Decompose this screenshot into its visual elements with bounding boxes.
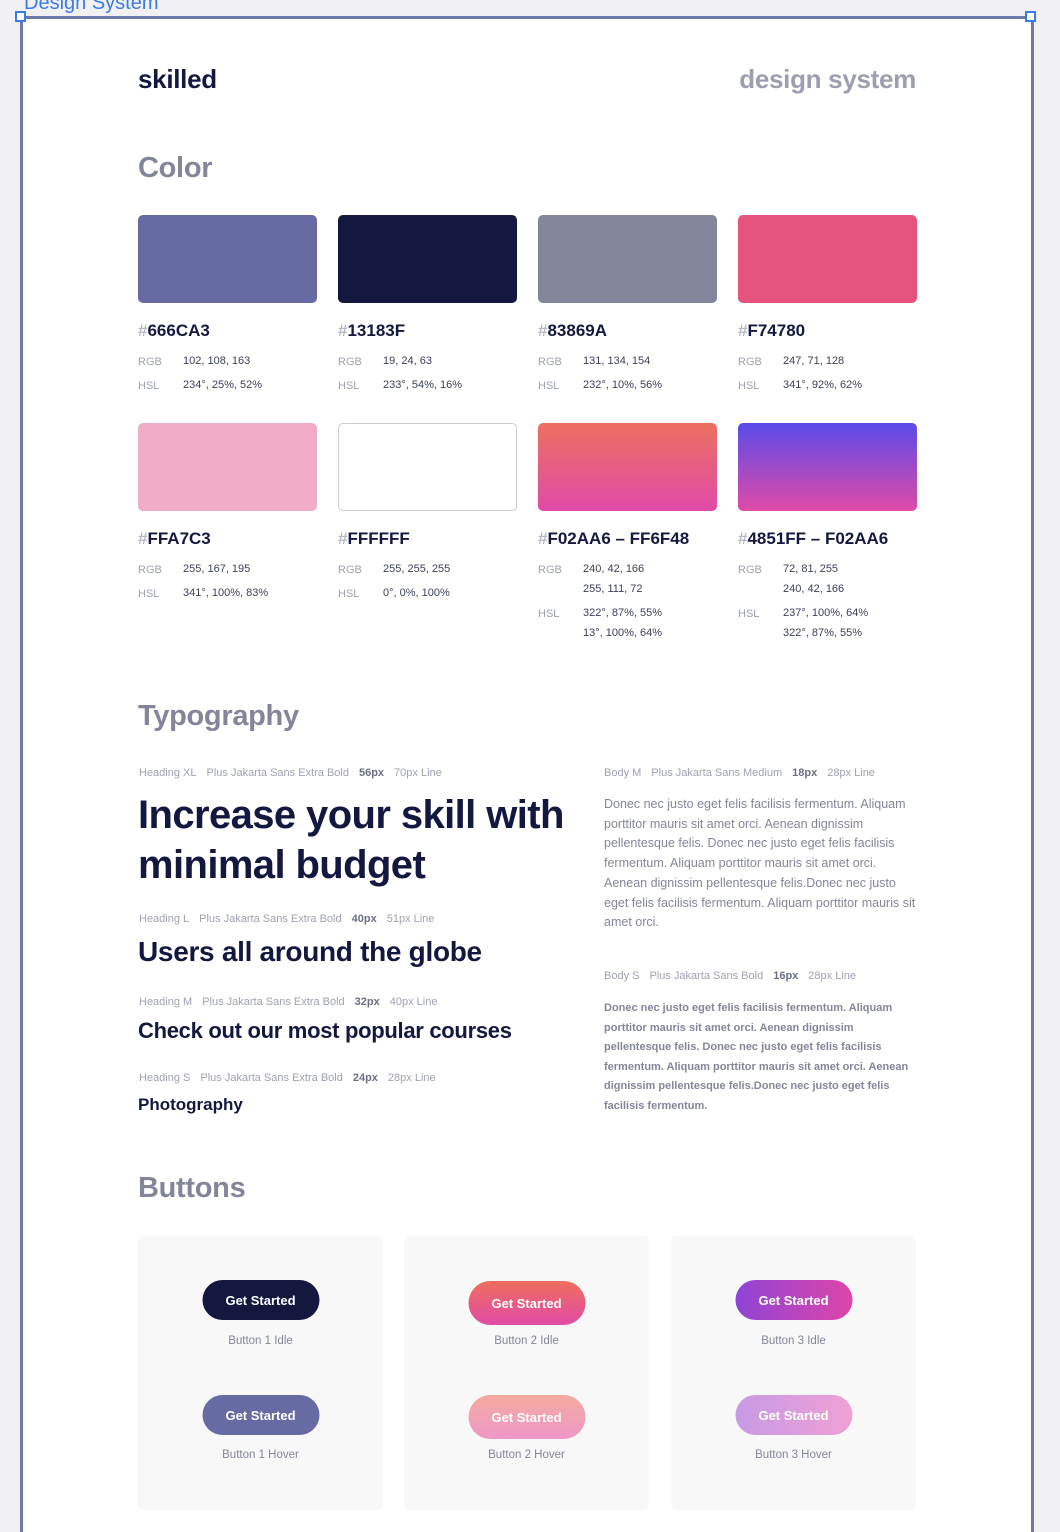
- hsl-value: 13°, 100%, 64%: [583, 627, 663, 639]
- button-3-hover-caption: Button 3 Hover: [755, 1449, 832, 1461]
- button-1-hover-caption: Button 1 Hover: [222, 1449, 299, 1461]
- rgb-key: RGB: [138, 564, 162, 576]
- hsl-key: HSL: [538, 608, 560, 620]
- rgb-key: RGB: [538, 356, 562, 368]
- rgb-value: 240, 42, 166: [783, 583, 845, 595]
- color-hex-label: #FFA7C3: [138, 529, 211, 549]
- rgb-value: 247, 71, 128: [783, 355, 845, 367]
- get-started-button-1-hover[interactable]: Get Started: [202, 1395, 319, 1435]
- button-1-idle-caption: Button 1 Idle: [228, 1335, 293, 1347]
- hex-value: 4851FF – F02AA6: [747, 529, 889, 548]
- get-started-button-1-idle[interactable]: Get Started: [202, 1280, 319, 1320]
- hex-value: 666CA3: [147, 321, 210, 340]
- color-hex-label: #13183F: [338, 321, 405, 341]
- color-swatch: [138, 215, 317, 303]
- rgb-key: RGB: [338, 356, 362, 368]
- color-swatch: [538, 423, 717, 511]
- hsl-value: 232°, 10%, 56%: [583, 379, 663, 391]
- button-3-card: Get Started Button 3 Idle Get Started Bu…: [671, 1236, 916, 1510]
- hex-value: F74780: [747, 321, 806, 340]
- hex-value: FFFFFF: [347, 529, 410, 548]
- heading-l-meta: Heading L Plus Jakarta Sans Extra Bold 40p…: [139, 913, 435, 925]
- hex-value: F02AA6 – FF6F48: [547, 529, 690, 548]
- hsl-key: HSL: [138, 588, 160, 600]
- hsl-key: HSL: [738, 608, 760, 620]
- rgb-key: RGB: [138, 356, 162, 368]
- resize-handle-icon[interactable]: [1025, 11, 1036, 22]
- rgb-value: 255, 111, 72: [583, 583, 643, 595]
- rgb-value: 72, 81, 255: [783, 563, 839, 575]
- button-3-idle-caption: Button 3 Idle: [761, 1335, 826, 1347]
- rgb-key: RGB: [538, 564, 562, 576]
- resize-handle-icon[interactable]: [15, 11, 26, 22]
- hex-value: 13183F: [347, 321, 406, 340]
- rgb-value: 240, 42, 166: [583, 563, 645, 575]
- heading-xl-sample: Increase your skill with minimal budget: [138, 793, 564, 887]
- hsl-value: 237°, 100%, 64%: [783, 607, 869, 619]
- rgb-value: 102, 108, 163: [183, 355, 251, 367]
- color-hex-label: #666CA3: [138, 321, 210, 341]
- hsl-key: HSL: [338, 380, 360, 392]
- get-started-button-3-hover[interactable]: Get Started: [735, 1395, 852, 1435]
- heading-l-sample: Users all around the globe: [138, 936, 482, 967]
- brand-logo: skilled: [138, 64, 217, 94]
- hsl-value: 234°, 25%, 52%: [183, 379, 263, 391]
- heading-xl-meta: Heading XL Plus Jakarta Sans Extra Bold 56…: [139, 767, 442, 779]
- heading-s-meta: Heading S Plus Jakarta Sans Extra Bold 24p…: [139, 1072, 436, 1084]
- hsl-key: HSL: [538, 380, 560, 392]
- hex-value: 83869A: [547, 321, 608, 340]
- hsl-value: 341°, 92%, 62%: [783, 379, 863, 391]
- hsl-value: 341°, 100%, 83%: [183, 587, 269, 599]
- color-swatch: [338, 215, 517, 303]
- heading-m-meta: Heading M Plus Jakarta Sans Extra Bold 32p…: [139, 996, 438, 1008]
- button-2-card: Get Started Button 2 Idle Get Started Bu…: [404, 1236, 649, 1510]
- hsl-value: 322°, 87%, 55%: [583, 607, 663, 619]
- get-started-button-2-idle[interactable]: Get Started: [468, 1281, 585, 1325]
- body-s-sample: Donec nec justo eget felis facilisis fer…: [604, 1002, 909, 1112]
- button-2-idle-caption: Button 2 Idle: [494, 1335, 559, 1347]
- rgb-value: 131, 134, 154: [583, 355, 651, 367]
- button-2-hover-caption: Button 2 Hover: [488, 1449, 565, 1461]
- body-m-sample: Donec nec justo eget felis facilisis fer…: [604, 797, 916, 930]
- frame-label[interactable]: Design System: [24, 0, 159, 13]
- heading-m-sample: Check out our most popular courses: [138, 1018, 512, 1043]
- get-started-button-3-idle[interactable]: Get Started: [735, 1280, 852, 1320]
- color-hex-label: #F74780: [738, 321, 805, 341]
- hsl-key: HSL: [738, 380, 760, 392]
- rgb-key: RGB: [738, 356, 762, 368]
- heading-s-sample: Photography: [138, 1095, 243, 1114]
- hsl-key: HSL: [338, 588, 360, 600]
- color-hex-label: #F02AA6 – FF6F48: [538, 529, 689, 549]
- rgb-value: 19, 24, 63: [383, 355, 432, 367]
- color-swatch: [738, 423, 917, 511]
- color-swatch: [738, 215, 917, 303]
- page-subtitle: design system: [739, 64, 916, 94]
- hsl-value: 322°, 87%, 55%: [783, 627, 863, 639]
- rgb-value: 255, 255, 255: [383, 563, 451, 575]
- hsl-value: 233°, 54%, 16%: [383, 379, 463, 391]
- body-m-meta: Body M Plus Jakarta Sans Medium 18px 28px L…: [604, 767, 875, 779]
- get-started-button-2-hover[interactable]: Get Started: [468, 1395, 585, 1439]
- rgb-key: RGB: [338, 564, 362, 576]
- hex-value: FFA7C3: [147, 529, 211, 548]
- color-swatch: [138, 423, 317, 511]
- rgb-key: RGB: [738, 564, 762, 576]
- typography-section-title: Typography: [138, 700, 299, 732]
- rgb-value: 255, 167, 195: [183, 563, 251, 575]
- color-section-title: Color: [138, 152, 213, 184]
- color-swatch: [538, 215, 717, 303]
- color-hex-label: #4851FF – F02AA6: [738, 529, 888, 549]
- body-s-meta: Body S Plus Jakarta Sans Bold 16px 28px Lin…: [604, 970, 856, 982]
- color-hex-label: #FFFFFF: [338, 529, 410, 549]
- hsl-key: HSL: [138, 380, 160, 392]
- color-swatch: [338, 423, 517, 511]
- color-hex-label: #83869A: [538, 321, 607, 341]
- button-1-card: Get Started Button 1 Idle Get Started Bu…: [138, 1236, 383, 1510]
- buttons-section-title: Buttons: [138, 1172, 246, 1204]
- hsl-value: 0°, 0%, 100%: [383, 587, 450, 599]
